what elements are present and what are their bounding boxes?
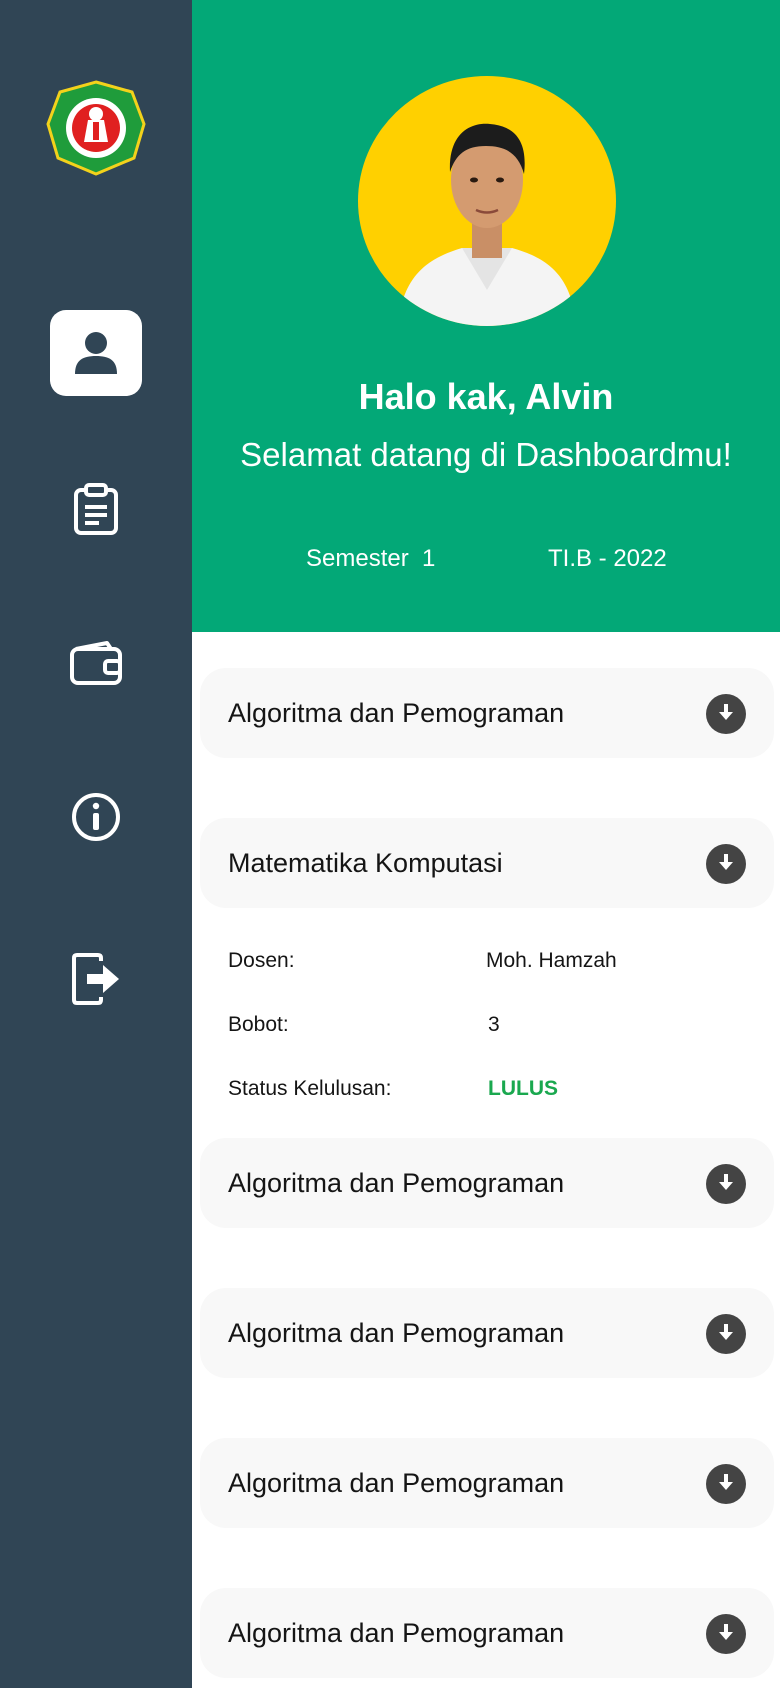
nav-logout[interactable] [50,936,142,1022]
nav-courses[interactable] [50,466,142,552]
course-item[interactable]: Matematika Komputasi [200,818,774,908]
status-badge: LULUS [488,1077,558,1100]
profile-photo [358,76,616,326]
class-label: TI.B - 2022 [548,545,667,572]
sidebar [0,0,192,1688]
course-title: Algoritma dan Pemograman [228,1618,565,1648]
course-title: Matematika Komputasi [228,848,503,878]
greeting-title: Halo kak, Alvin [358,376,614,417]
weight-label: Bobot: [228,1013,289,1036]
status-label: Status Kelulusan: [228,1077,392,1100]
course-title: Algoritma dan Pemograman [228,1168,565,1198]
profile-header: Halo kak, Alvin Selamat datang di Dashbo… [192,0,780,632]
expand-button[interactable] [706,1464,746,1504]
greeting-subtitle: Selamat datang di Dashboardmu! [240,436,732,473]
user-icon [71,328,121,378]
logout-icon [71,953,121,1005]
course-title: Algoritma dan Pemograman [228,1318,565,1348]
course-title: Algoritma dan Pemograman [228,1468,565,1498]
expand-button[interactable] [706,1314,746,1354]
arrow-down-icon [717,1472,735,1497]
course-item[interactable]: Algoritma dan Pemograman [200,1438,774,1528]
course-item[interactable]: Algoritma dan Pemograman [200,1588,774,1678]
lecturer-value: Moh. Hamzah [486,949,617,972]
expand-button[interactable] [706,844,746,884]
course-item[interactable]: Algoritma dan Pemograman [200,1288,774,1378]
arrow-down-icon [717,1172,735,1197]
course-title: Algoritma dan Pemograman [228,698,565,728]
nav-profile[interactable] [50,310,142,396]
nav-wallet[interactable] [50,620,142,706]
arrow-down-icon [717,852,735,877]
wallet-icon [69,640,123,686]
info-icon [70,791,122,843]
expand-button[interactable] [706,1164,746,1204]
expand-button[interactable] [706,694,746,734]
course-item[interactable]: Algoritma dan Pemograman [200,668,774,758]
expand-button[interactable] [706,1614,746,1654]
clipboard-icon [71,483,121,535]
university-logo [44,78,148,178]
lecturer-label: Dosen: [228,949,295,972]
arrow-down-icon [717,702,735,727]
nav-info[interactable] [50,774,142,860]
semester-label: Semester 1 [306,545,436,572]
arrow-down-icon [717,1322,735,1347]
course-item[interactable]: Algoritma dan Pemograman [200,1138,774,1228]
weight-value: 3 [488,1013,500,1036]
arrow-down-icon [717,1622,735,1647]
